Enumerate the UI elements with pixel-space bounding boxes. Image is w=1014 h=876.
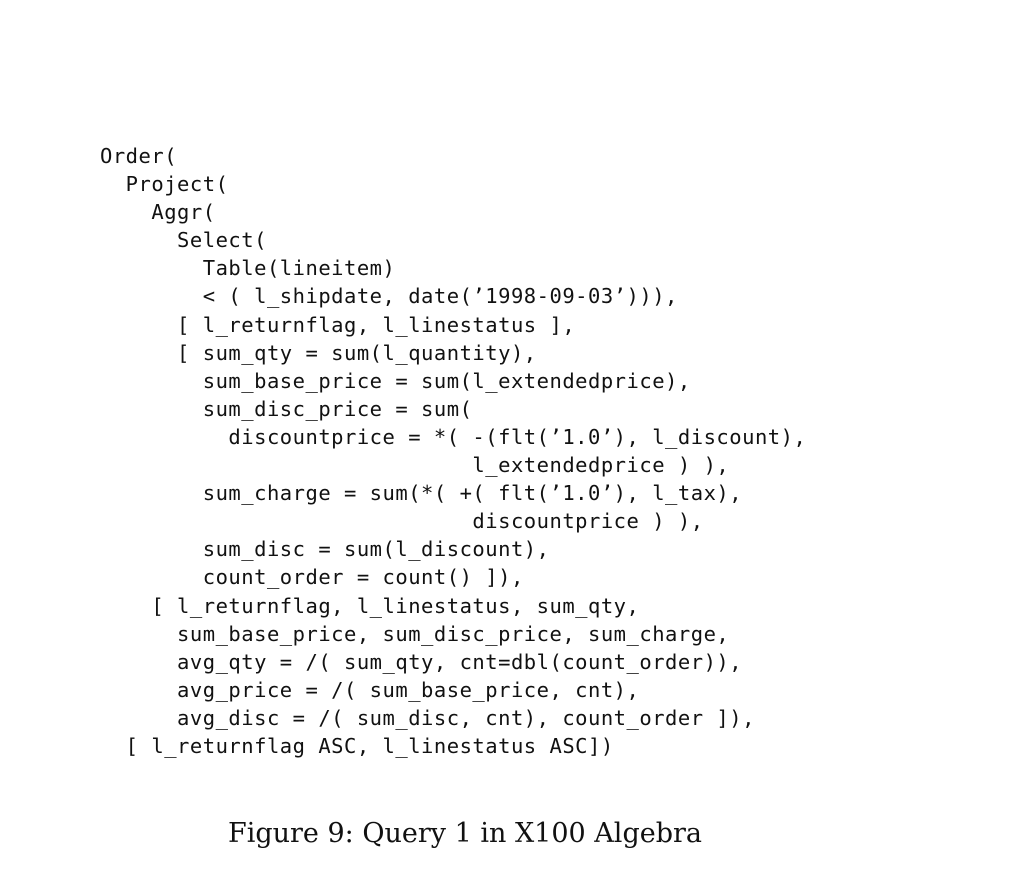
figure-caption: Figure 9: Query 1 in X100 Algebra <box>227 818 702 849</box>
code-line: [ l_returnflag, l_linestatus, sum_qty, <box>100 593 640 618</box>
code-line: l_extendedprice ) ), <box>100 453 730 478</box>
code-line: discountprice ) ), <box>100 509 704 534</box>
code-line: avg_qty = /( sum_qty, cnt=dbl(count_orde… <box>100 649 743 674</box>
code-line: Aggr( <box>100 200 216 225</box>
code-line: avg_price = /( sum_base_price, cnt), <box>100 677 640 702</box>
code-line: [ sum_qty = sum(l_quantity), <box>100 340 537 365</box>
code-line: [ l_returnflag ASC, l_linestatus ASC]) <box>100 733 614 758</box>
code-line: Select( <box>100 228 267 253</box>
code-line: < ( l_shipdate, date(’1998-09-03’))), <box>100 284 678 309</box>
code-line: [ l_returnflag, l_linestatus ], <box>100 312 576 337</box>
code-line: Order( <box>100 144 178 168</box>
code-line: discountprice = *( -(flt(’1.0’), l_disco… <box>100 424 807 449</box>
code-line: Project( <box>100 172 229 197</box>
query-code-listing: Order( Project( Aggr( Select( Table(line… <box>100 142 806 760</box>
code-line: sum_disc_price = sum( <box>100 396 473 421</box>
code-line: count_order = count() ]), <box>100 565 524 590</box>
code-line: avg_disc = /( sum_disc, cnt), count_orde… <box>100 705 755 730</box>
code-line: sum_charge = sum(*( +( flt(’1.0’), l_tax… <box>100 481 743 506</box>
code-line: Table(lineitem) <box>100 256 396 281</box>
code-line: sum_base_price, sum_disc_price, sum_char… <box>100 621 730 646</box>
code-line: sum_disc = sum(l_discount), <box>100 537 550 562</box>
code-line: sum_base_price = sum(l_extendedprice), <box>100 368 691 393</box>
